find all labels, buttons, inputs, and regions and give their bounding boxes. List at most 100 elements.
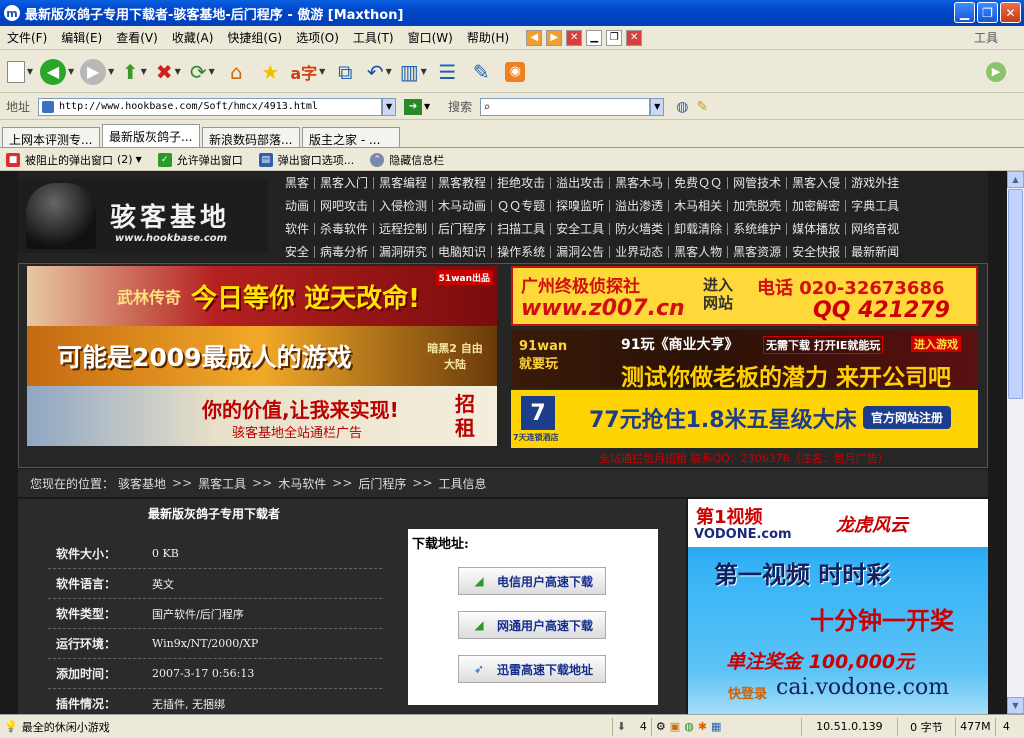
breadcrumb-link[interactable]: 木马软件 — [278, 475, 326, 492]
tab-netbook[interactable]: 上网本评测专... — [2, 127, 100, 147]
nav-link[interactable]: 网管技术 — [728, 176, 788, 189]
nav-link[interactable]: 网络音视 — [846, 223, 904, 235]
nav-link[interactable]: 防火墙类 — [610, 222, 670, 235]
ad-banner-hotel[interactable]: 7 7天连锁酒店 77元抢住1.8米五星级大床 官方网站注册 — [511, 390, 978, 448]
nav-link[interactable]: 拒绝攻击 — [492, 176, 552, 189]
nav-link[interactable]: 杀毒软件 — [315, 222, 375, 235]
netcom-download-button[interactable]: ◢ 网通用户高速下载 — [458, 611, 606, 639]
breadcrumb-link[interactable]: 骇客基地 — [118, 475, 166, 492]
telecom-download-button[interactable]: ◢ 电信用户高速下载 — [458, 567, 606, 595]
up-button[interactable]: ⬆ ▼ — [120, 56, 148, 88]
highlight-icon[interactable]: ✎ — [696, 99, 708, 115]
scroll-thumb[interactable] — [1008, 189, 1023, 399]
refresh-button[interactable]: ⟳ ▼ — [188, 56, 216, 88]
nav-link[interactable]: 后门程序 — [433, 222, 493, 235]
menu-window[interactable]: 窗口(W) — [401, 29, 460, 46]
search-input[interactable]: ⌕ — [480, 97, 651, 116]
home-button[interactable]: ⌂ — [222, 56, 250, 88]
maxthon-icon[interactable]: m — [4, 5, 20, 21]
nav-link[interactable]: 溢出渗透 — [610, 199, 670, 212]
nav-link[interactable]: 黑客入门 — [315, 176, 375, 189]
nav-link[interactable]: 游戏外挂 — [846, 177, 904, 189]
status-download-cell[interactable]: ⬇ 4 — [611, 717, 651, 736]
nav-link[interactable]: 网吧攻击 — [315, 199, 375, 212]
nav-link[interactable]: 探嗅监听 — [551, 199, 611, 212]
nav-link[interactable]: 黑客木马 — [610, 176, 670, 189]
plugin-icon[interactable]: ⚙ — [656, 720, 666, 733]
go-button[interactable]: ➔ — [404, 98, 423, 115]
back-button[interactable]: ◀ ▼ — [40, 56, 74, 88]
ad-hotel-register-button[interactable]: 官方网站注册 — [863, 406, 952, 429]
nav-link[interactable]: 溢出攻击 — [551, 176, 611, 189]
thunder-download-button[interactable]: ➶ 迅雷高速下载地址 — [458, 655, 606, 683]
site-logo[interactable]: 骇客基地 www.hookbase.com — [18, 179, 268, 253]
favorites-button[interactable]: ★ — [256, 56, 284, 88]
menu-favorites[interactable]: 收藏(A) — [165, 29, 221, 46]
url-dropdown-button[interactable]: ▼ — [382, 97, 397, 116]
nav-link[interactable]: 黑客编程 — [374, 176, 434, 189]
close-tab-icon[interactable]: ✕ — [566, 29, 583, 46]
nav-link[interactable]: 木马动画 — [433, 199, 493, 212]
close-button[interactable]: ✕ — [1000, 2, 1021, 23]
nav-link[interactable]: 免费ＱＱ — [669, 176, 729, 189]
nav-link[interactable]: 系统维护 — [728, 222, 788, 235]
nav-link[interactable]: 病毒分析 — [315, 245, 375, 258]
nav-link[interactable]: 操作系统 — [492, 245, 552, 258]
nav-link[interactable]: 黑客资源 — [728, 245, 788, 258]
menu-file[interactable]: 文件(F) — [0, 29, 54, 46]
popup-options-button[interactable]: ▤ 弹出窗口选项... — [258, 152, 354, 168]
nav-link[interactable]: ＱＱ专题 — [492, 199, 552, 212]
new-page-button[interactable]: ▼ — [6, 56, 34, 88]
globe-icon[interactable]: ◍ — [676, 99, 688, 115]
scroll-down-button[interactable]: ▼ — [1007, 697, 1024, 714]
nav-link[interactable]: 加密解密 — [787, 199, 847, 212]
prev-tab-icon[interactable]: ◀ — [526, 29, 543, 46]
list-button[interactable]: ☰ — [433, 56, 461, 88]
vertical-scrollbar[interactable]: ▲ ▼ — [1007, 171, 1024, 714]
screen-button[interactable]: ⧉ — [331, 56, 359, 88]
nav-link[interactable]: 扫描工具 — [492, 222, 552, 235]
tab-restore-icon[interactable]: ❐ — [606, 29, 623, 46]
search-engine-dropdown[interactable]: ▼ — [650, 97, 665, 116]
go-dropdown-icon[interactable]: ▼ — [424, 102, 430, 111]
ad-banner-detective[interactable]: 广州终极侦探社 www.z007.cn 进入网站 电话 020-32673686… — [511, 266, 978, 326]
status-memory[interactable]: 477M — [954, 717, 995, 736]
breadcrumb-link[interactable]: 黑客工具 — [198, 475, 246, 492]
media-icon[interactable]: ▦ — [711, 720, 721, 733]
nav-link[interactable]: 漏洞公告 — [551, 245, 611, 258]
ad-banner-game[interactable]: 可能是2009最成人的游戏 暗黑2 自由大陆 — [27, 326, 497, 386]
nav-link[interactable]: 加壳脱壳 — [728, 199, 788, 212]
blocked-popups-button[interactable]: ■ 被阻止的弹出窗口 (2) ▼ — [6, 152, 142, 168]
next-tab-icon[interactable]: ▶ — [546, 29, 563, 46]
tab-sina[interactable]: 新浪数码部落... — [202, 127, 300, 147]
nav-link[interactable]: 字典工具 — [846, 200, 904, 212]
nav-link[interactable]: 业界动态 — [610, 245, 670, 258]
nav-link[interactable]: 入侵检测 — [374, 199, 434, 212]
tab-moderator[interactable]: 版主之家 - ... — [302, 127, 400, 147]
ad-banner-house[interactable]: 你的价值,让我来实现! 骇客基地全站通栏广告 招租 — [27, 386, 497, 446]
menu-edit[interactable]: 编辑(E) — [54, 29, 109, 46]
nav-link[interactable]: 黑客教程 — [433, 176, 493, 189]
undo-button[interactable]: ↶ ▼ — [365, 56, 393, 88]
go-side-button[interactable]: ▶ — [982, 56, 1010, 88]
nav-link[interactable]: 安全快报 — [787, 245, 847, 258]
nav-link[interactable]: 黑客 — [280, 176, 316, 189]
forward-button[interactable]: ▶ ▼ — [80, 56, 114, 88]
menu-view[interactable]: 查看(V) — [109, 29, 165, 46]
tools-label[interactable]: 工具 — [974, 29, 998, 46]
url-input[interactable]: http://www.hookbase.com/Soft/hmcx/4913.h… — [38, 97, 383, 116]
menu-tools[interactable]: 工具(T) — [346, 29, 401, 46]
tab-close-all-icon[interactable]: ✕ — [626, 29, 643, 46]
columns-button[interactable]: ▥ ▼ — [399, 56, 427, 88]
nav-link[interactable]: 远程控制 — [374, 222, 434, 235]
translate-button[interactable]: a字 ▼ — [290, 56, 325, 88]
nav-link[interactable]: 最新新闻 — [846, 246, 904, 258]
nav-link[interactable]: 漏洞研究 — [374, 245, 434, 258]
breadcrumb-link[interactable]: 后门程序 — [358, 475, 406, 492]
nav-link[interactable]: 媒体播放 — [787, 222, 847, 235]
ad-banner-tycoon[interactable]: 91wan 就要玩 91玩《商业大亨》 无需下载 打开IE就能玩 进入游戏 测试… — [511, 330, 978, 388]
nav-link[interactable]: 软件 — [280, 222, 316, 235]
tab-minimize-icon[interactable]: ▁ — [586, 29, 603, 46]
nav-link[interactable]: 木马相关 — [669, 199, 729, 212]
menu-help[interactable]: 帮助(H) — [460, 29, 516, 46]
